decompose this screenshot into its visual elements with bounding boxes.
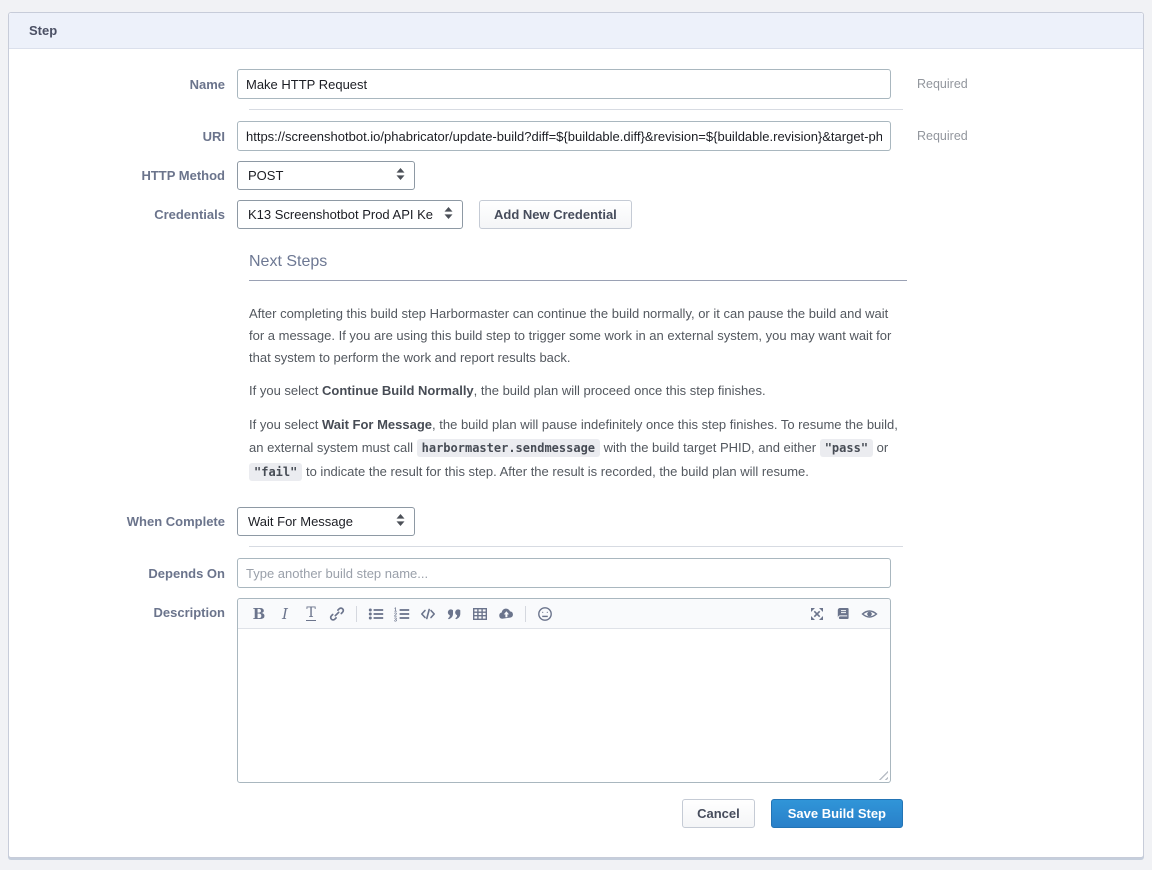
- depends-on-label: Depends On: [9, 566, 237, 581]
- http-method-row: HTTP Method POST: [9, 161, 1143, 190]
- upload-icon[interactable]: [493, 602, 519, 626]
- fullscreen-icon[interactable]: [804, 602, 830, 626]
- when-complete-select[interactable]: Wait For Message: [237, 507, 415, 536]
- bulleted-list-icon[interactable]: [363, 602, 389, 626]
- toolbar-separator: [356, 606, 357, 622]
- when-complete-value: Wait For Message: [248, 514, 353, 529]
- next-steps-heading: Next Steps: [249, 239, 907, 281]
- credentials-value: K13 Screenshotbot Prod API Ke: [248, 207, 433, 222]
- select-arrows-icon: [395, 167, 406, 184]
- next-steps-paragraph-3: If you select Wait For Message, the buil…: [249, 413, 907, 484]
- sendmessage-code: harbormaster.sendmessage: [417, 439, 600, 457]
- when-complete-row: When Complete Wait For Message: [9, 507, 1143, 536]
- panel-header: Step: [9, 13, 1143, 49]
- select-arrows-icon: [443, 206, 454, 223]
- uri-required-note: Required: [917, 129, 968, 143]
- uri-label: URI: [9, 129, 237, 144]
- help-icon[interactable]: [830, 602, 856, 626]
- credentials-select[interactable]: K13 Screenshotbot Prod API Ke: [237, 200, 463, 229]
- form-divider: [249, 109, 903, 110]
- name-row: Name Required: [9, 69, 1143, 99]
- name-label: Name: [9, 77, 237, 92]
- next-steps-paragraph-2: If you select Continue Build Normally, t…: [249, 380, 907, 402]
- depends-on-row: Depends On: [9, 558, 1143, 588]
- form-actions: Cancel Save Build Step: [9, 799, 903, 828]
- build-step-panel: Step Name Required URI Required HTTP Met…: [8, 12, 1144, 858]
- next-steps-section: Next Steps After completing this build s…: [249, 239, 907, 484]
- quote-icon[interactable]: [441, 602, 467, 626]
- pass-code: "pass": [820, 439, 873, 457]
- uri-row: URI Required: [9, 121, 1143, 151]
- description-textarea-wrap: [238, 629, 890, 782]
- panel-title: Step: [29, 23, 57, 38]
- meme-icon[interactable]: [532, 602, 558, 626]
- form-divider: [249, 546, 903, 547]
- build-step-form: Name Required URI Required HTTP Method P…: [9, 49, 1143, 828]
- cancel-button[interactable]: Cancel: [682, 799, 755, 828]
- name-required-note: Required: [917, 77, 968, 91]
- select-arrows-icon: [395, 513, 406, 530]
- add-new-credential-button[interactable]: Add New Credential: [479, 200, 632, 229]
- table-icon[interactable]: [467, 602, 493, 626]
- svg-text:3: 3: [394, 617, 397, 621]
- code-block-icon[interactable]: [415, 602, 441, 626]
- fail-code: "fail": [249, 463, 302, 481]
- remarkup-toolbar: B I T: [238, 599, 890, 629]
- link-icon[interactable]: [324, 602, 350, 626]
- description-row: Description B I T: [9, 598, 1143, 783]
- toolbar-right-group: [804, 602, 882, 626]
- depends-on-input[interactable]: [237, 558, 891, 588]
- preview-icon[interactable]: [856, 602, 882, 626]
- credentials-label: Credentials: [9, 207, 237, 222]
- uri-input[interactable]: [237, 121, 891, 151]
- name-input[interactable]: [237, 69, 891, 99]
- next-steps-paragraph-1: After completing this build step Harborm…: [249, 303, 907, 369]
- remarkup-editor: B I T: [237, 598, 891, 783]
- http-method-select[interactable]: POST: [237, 161, 415, 190]
- credentials-row: Credentials K13 Screenshotbot Prod API K…: [9, 200, 1143, 229]
- description-label: Description: [9, 598, 237, 620]
- save-build-step-button[interactable]: Save Build Step: [771, 799, 903, 828]
- http-method-value: POST: [248, 168, 283, 183]
- when-complete-label: When Complete: [9, 514, 237, 529]
- description-textarea[interactable]: [238, 629, 890, 782]
- toolbar-separator: [525, 606, 526, 622]
- numbered-list-icon[interactable]: 1 2 3: [389, 602, 415, 626]
- http-method-label: HTTP Method: [9, 168, 237, 183]
- italic-icon[interactable]: I: [272, 602, 298, 626]
- monospace-icon[interactable]: T: [298, 602, 324, 626]
- bold-icon[interactable]: B: [246, 602, 272, 626]
